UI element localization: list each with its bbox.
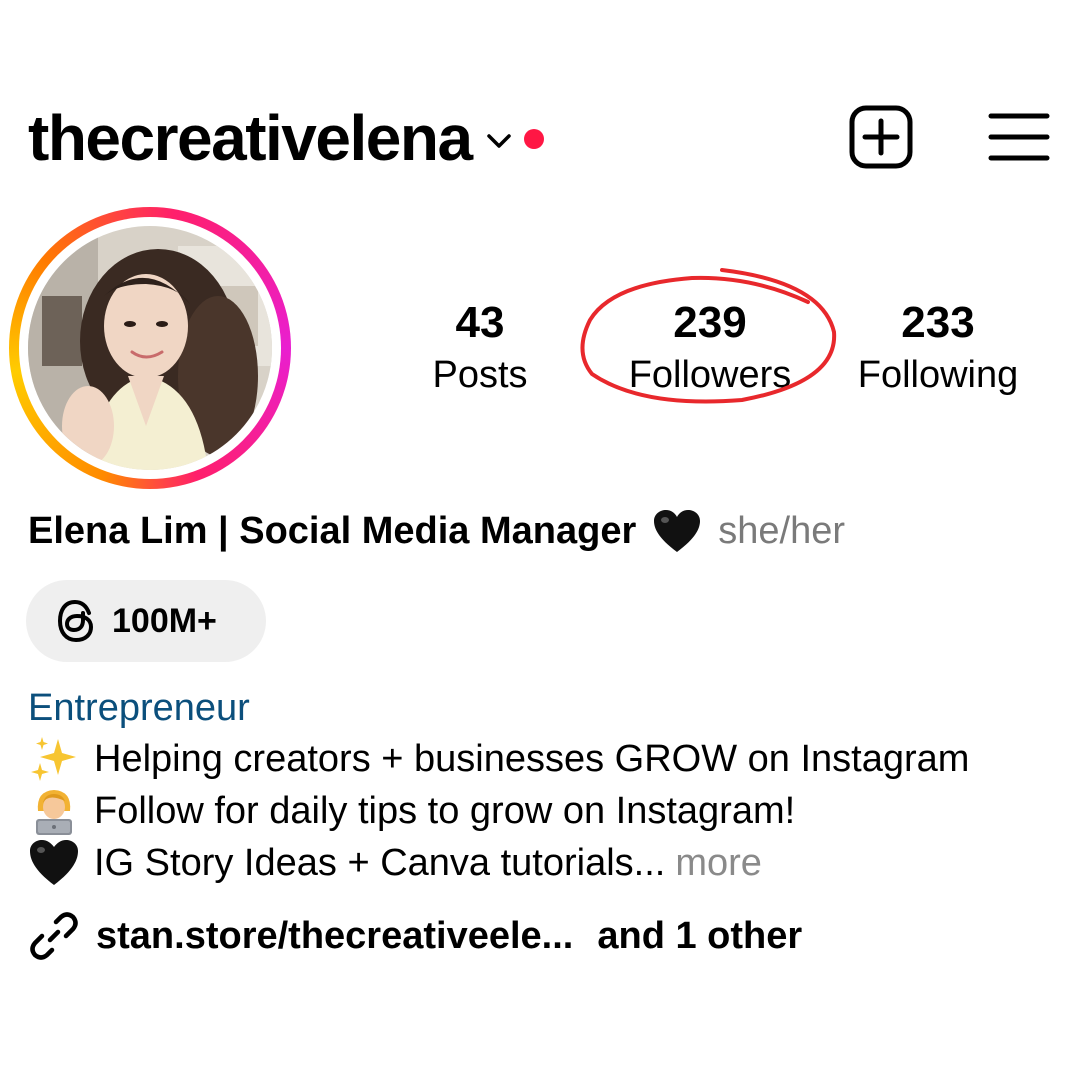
more-link[interactable]: more	[675, 837, 762, 889]
link-url: stan.store/thecreativeele...	[96, 914, 574, 957]
bio-line: Follow for daily tips to grow on Instagr…	[28, 785, 795, 837]
bio-text: Helping creators + businesses GROW on In…	[94, 738, 970, 780]
bio-text: IG Story Ideas + Canva tutorials...	[94, 842, 666, 884]
avatar[interactable]	[28, 226, 272, 470]
profile-photo	[28, 226, 272, 470]
followers-stat[interactable]: 239 Followers	[590, 296, 830, 400]
bio-line: IG Story Ideas + Canva tutorials... more	[28, 837, 762, 889]
posts-label: Posts	[432, 354, 528, 396]
display-name: Elena Lim | Social Media Manager	[28, 509, 637, 552]
external-link[interactable]: stan.store/thecreativeele... and 1 other	[28, 910, 802, 962]
notification-dot	[523, 129, 544, 149]
category-label[interactable]: Entrepreneur	[28, 684, 250, 732]
posts-stat[interactable]: 43 Posts	[360, 296, 600, 400]
pronouns: she/her	[718, 509, 846, 552]
link-extra: and 1 other	[597, 914, 803, 957]
link-icon	[30, 912, 78, 960]
threads-icon	[58, 600, 93, 642]
threads-badge[interactable]: 100M+	[26, 580, 266, 662]
black-heart-icon	[30, 840, 78, 885]
account-switcher[interactable]: thecreativelena	[28, 96, 544, 180]
followers-label: Followers	[628, 354, 792, 396]
create-post-button[interactable]	[848, 104, 914, 170]
username: thecreativelena	[28, 102, 473, 174]
threads-count: 100M+	[112, 601, 217, 640]
bio-text: Follow for daily tips to grow on Instagr…	[94, 790, 796, 832]
avatar-gap	[19, 217, 281, 479]
woman-technologist-icon	[36, 790, 72, 835]
black-heart-icon	[654, 510, 701, 552]
following-count: 233	[901, 298, 975, 347]
following-label: Following	[857, 354, 1019, 396]
followers-count: 239	[673, 298, 747, 347]
name-line: Elena Lim | Social Media Manager she/her	[28, 508, 845, 554]
chevron-down-icon	[486, 134, 511, 148]
menu-button[interactable]	[988, 110, 1050, 164]
posts-count: 43	[455, 298, 505, 347]
sparkles-icon	[31, 737, 76, 781]
bio-line: Helping creators + businesses GROW on In…	[28, 733, 969, 785]
story-ring[interactable]	[9, 207, 291, 489]
following-stat[interactable]: 233 Following	[818, 296, 1058, 400]
profile-header: thecreativelena	[28, 96, 1058, 180]
